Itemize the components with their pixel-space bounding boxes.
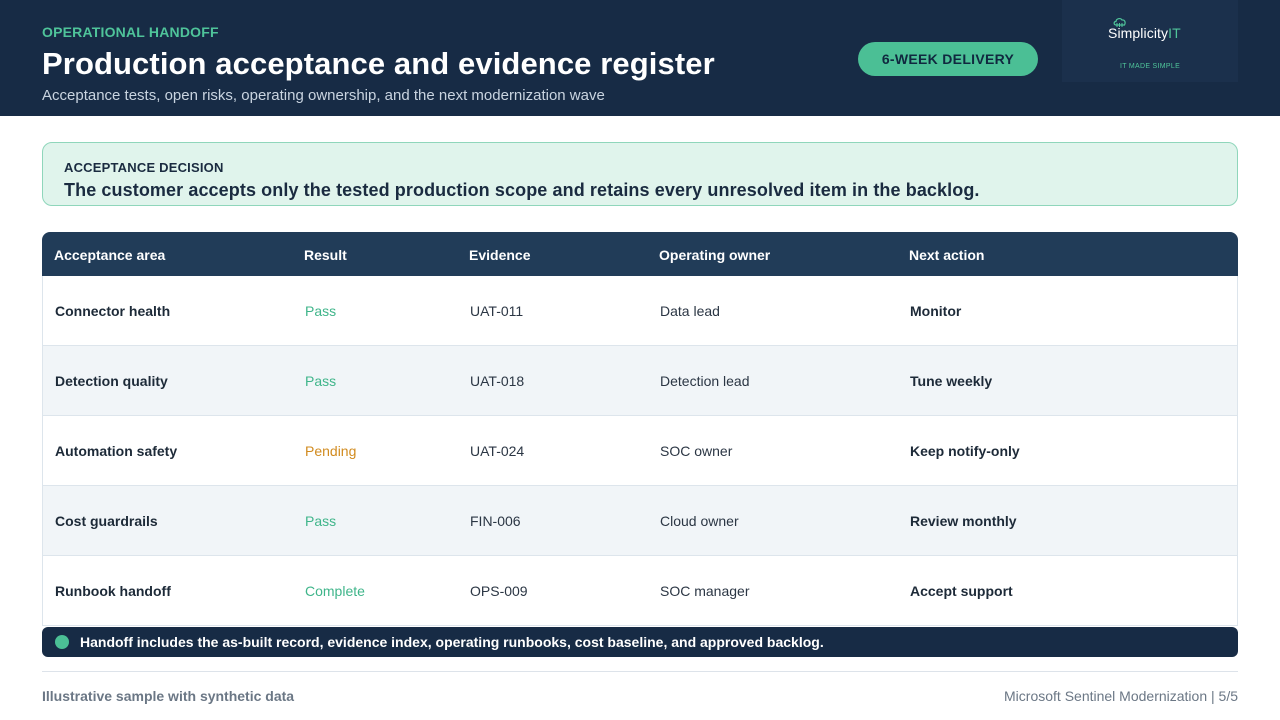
footer-page-info: Microsoft Sentinel Modernization | 5/5 [1004,688,1238,704]
table-row: Detection quality Pass UAT-018 Detection… [42,346,1238,416]
slide-header: OPERATIONAL HANDOFF Production acceptanc… [0,0,1280,116]
column-header-action: Next action [909,247,985,263]
cell-action: Keep notify-only [910,443,1020,459]
logo-name-main: Simplicity [1108,25,1169,41]
column-header-evidence: Evidence [469,247,531,263]
company-logo: SimplicityIT IT MADE SIMPLE [1062,0,1238,82]
cell-result: Pass [305,513,337,529]
column-header-owner: Operating owner [659,247,771,263]
column-header-result: Result [304,247,347,263]
cell-area: Automation safety [55,443,178,459]
cell-result: Complete [305,583,365,599]
table-row: Cost guardrails Pass FIN-006 Cloud owner… [42,486,1238,556]
status-dot-icon [55,635,69,649]
cell-evidence: UAT-018 [470,373,525,389]
cell-owner: Cloud owner [660,513,739,529]
cell-result: Pass [305,373,337,389]
page-title: Production acceptance and evidence regis… [42,46,715,81]
cell-area: Cost guardrails [55,513,158,529]
logo-name-accent: IT [1168,25,1181,41]
handoff-note-text: Handoff includes the as-built record, ev… [80,634,824,650]
footer-divider [42,671,1238,672]
cell-action: Review monthly [910,513,1017,529]
cell-evidence: UAT-024 [470,443,525,459]
acceptance-decision-callout: ACCEPTANCE DECISION The customer accepts… [42,142,1238,206]
cell-evidence: OPS-009 [470,583,528,599]
cell-evidence: FIN-006 [470,513,521,529]
table-row: Automation safety Pending UAT-024 SOC ow… [42,416,1238,486]
cell-area: Runbook handoff [55,583,171,599]
cell-action: Monitor [910,303,962,319]
eyebrow-label: OPERATIONAL HANDOFF [42,24,219,40]
cell-owner: Detection lead [660,373,750,389]
decision-text: The customer accepts only the tested pro… [64,180,980,200]
acceptance-register-table: Acceptance area Result Evidence Operatin… [42,232,1238,626]
table-row: Connector health Pass UAT-011 Data lead … [42,276,1238,346]
decision-label: ACCEPTANCE DECISION [64,160,224,175]
column-header-area: Acceptance area [54,247,166,263]
cell-owner: Data lead [660,303,720,319]
logo-tagline: IT MADE SIMPLE [1119,63,1181,70]
cell-evidence: UAT-011 [470,303,524,319]
delivery-badge: 6-WEEK DELIVERY [858,42,1038,76]
cell-owner: SOC manager [660,583,750,599]
footer-disclaimer: Illustrative sample with synthetic data [42,688,295,704]
cell-result: Pass [305,303,337,319]
handoff-note-bar: Handoff includes the as-built record, ev… [42,627,1238,657]
cell-area: Detection quality [55,373,168,389]
logo-wordmark: SimplicityIT [1108,25,1181,41]
cell-action: Tune weekly [910,373,993,389]
table-header: Acceptance area Result Evidence Operatin… [42,232,1238,276]
cell-owner: SOC owner [660,443,733,459]
table-row: Runbook handoff Complete OPS-009 SOC man… [42,556,1238,626]
cell-area: Connector health [55,303,171,319]
cell-result: Pending [305,443,357,459]
page-subtitle: Acceptance tests, open risks, operating … [42,87,605,104]
cell-action: Accept support [910,583,1013,599]
